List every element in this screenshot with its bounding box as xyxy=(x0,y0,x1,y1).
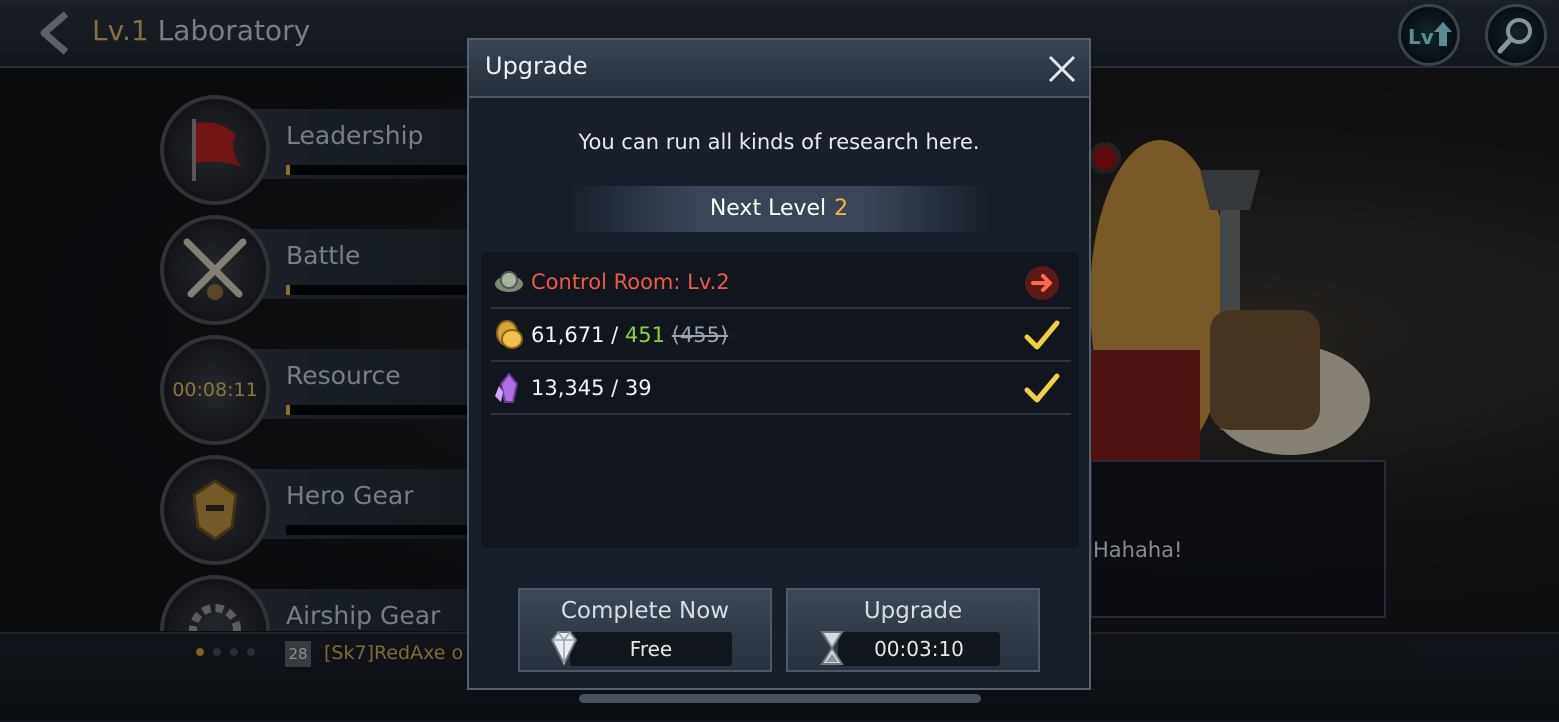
hourglass-icon xyxy=(820,631,844,665)
requirement-row-crystal: 13,345 / 39 xyxy=(491,362,1071,415)
next-level-value: 2 xyxy=(834,196,849,221)
checkmark-icon xyxy=(1024,373,1060,403)
requirement-row-gold: 61,671 / 451 (455) xyxy=(491,309,1071,362)
close-icon[interactable] xyxy=(1045,52,1079,86)
home-indicator xyxy=(579,694,981,703)
requirement-text: Control Room: Lv.2 xyxy=(531,270,730,294)
requirement-text: 13,345 / 39 xyxy=(531,376,652,400)
gold-need: 451 xyxy=(624,323,666,347)
complete-now-cost: Free xyxy=(570,632,732,666)
dialog-header: Upgrade xyxy=(469,40,1089,98)
dialog-description: You can run all kinds of research here. xyxy=(578,130,980,154)
diamond-icon xyxy=(550,631,578,667)
building-icon xyxy=(495,271,523,292)
upgrade-label: Upgrade xyxy=(863,598,963,624)
complete-now-button[interactable]: Complete Now Free xyxy=(518,588,772,672)
requirements-panel: Control Room: Lv.2 61,671 / 451 (455) 13… xyxy=(481,252,1079,548)
checkmark-icon xyxy=(1024,320,1060,350)
gold-have: 61,671 xyxy=(531,323,605,347)
upgrade-duration: 00:03:10 xyxy=(838,632,1000,666)
requirement-row-building: Control Room: Lv.2 xyxy=(491,256,1071,309)
goto-arrow-icon[interactable] xyxy=(1023,264,1061,302)
crystal-icon xyxy=(495,372,519,403)
next-level-banner: Next Level 2 xyxy=(569,186,989,232)
next-level-label: Next Level xyxy=(709,196,827,221)
upgrade-dialog: Upgrade You can run all kinds of researc… xyxy=(467,38,1091,690)
upgrade-button[interactable]: Upgrade 00:03:10 xyxy=(786,588,1040,672)
gold-coin-icon xyxy=(496,320,523,349)
complete-now-label: Complete Now xyxy=(560,598,730,624)
requirement-text: 61,671 / 451 (455) xyxy=(531,323,729,347)
gold-original-cost: (455) xyxy=(671,323,729,347)
dialog-title: Upgrade xyxy=(485,52,588,80)
